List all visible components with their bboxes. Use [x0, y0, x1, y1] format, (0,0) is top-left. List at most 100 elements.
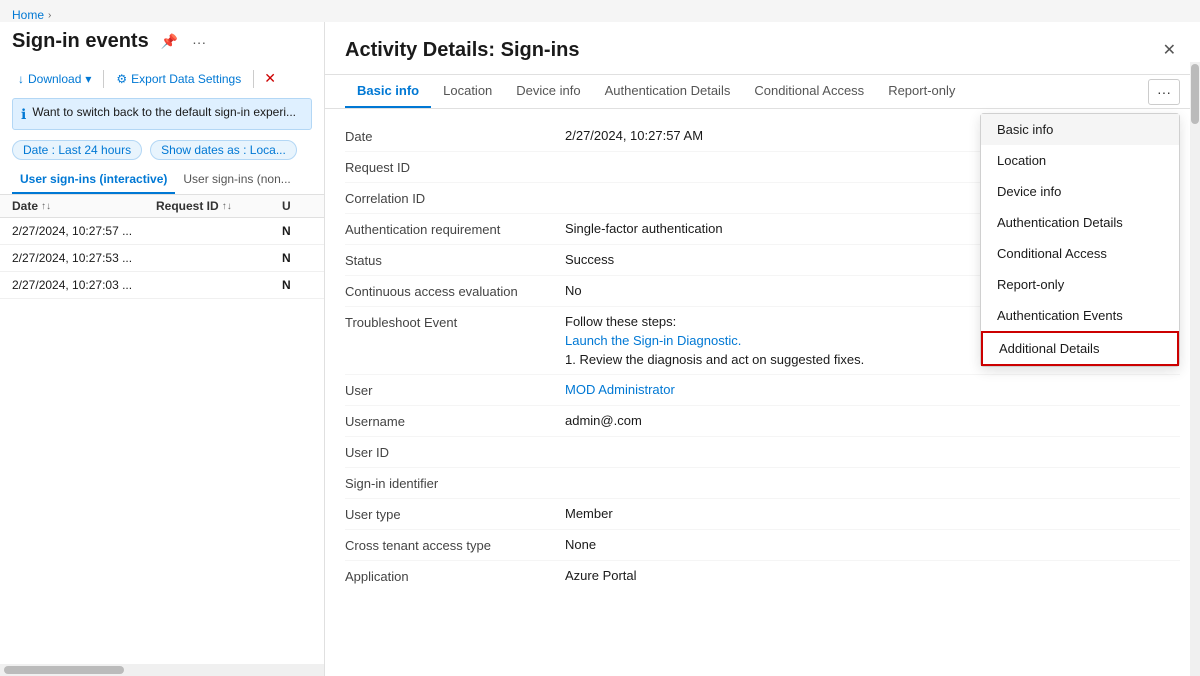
- extra-col-label: U: [282, 199, 291, 213]
- horizontal-scrollbar[interactable]: [0, 664, 324, 676]
- field-cross-tenant: Cross tenant access type None: [345, 530, 1180, 561]
- pin-button[interactable]: 📌: [157, 31, 182, 52]
- tab-report-only[interactable]: Report-only: [876, 75, 967, 108]
- date-sort-icon[interactable]: ↑↓: [41, 201, 51, 212]
- field-user-value[interactable]: MOD Administrator: [565, 382, 1180, 397]
- field-usertype-label: User type: [345, 506, 565, 522]
- field-troubleshoot-label: Troubleshoot Event: [345, 314, 565, 330]
- tab-non-interactive[interactable]: User sign-ins (non...: [175, 166, 298, 194]
- field-application-value: Azure Portal: [565, 568, 1180, 583]
- header-icons: 📌 ···: [157, 31, 210, 52]
- row-extra-1: N: [282, 251, 312, 265]
- field-requestid-label: Request ID: [345, 159, 565, 175]
- tabs-row: User sign-ins (interactive) User sign-in…: [0, 166, 324, 195]
- date-filter-chip[interactable]: Date : Last 24 hours: [12, 140, 142, 160]
- col-reqid-header: Request ID ↑↓: [156, 199, 278, 213]
- field-username-label: Username: [345, 413, 565, 429]
- row-date-2: 2/27/2024, 10:27:03 ...: [12, 278, 152, 292]
- field-userid-label: User ID: [345, 444, 565, 460]
- row-extra-0: N: [282, 224, 312, 238]
- more-options-button[interactable]: ···: [188, 32, 210, 52]
- toolbar-divider-1: [103, 70, 104, 88]
- page-title-text: Sign-in events: [12, 30, 149, 53]
- dropdown-item-device-info[interactable]: Device info: [981, 176, 1179, 207]
- field-user-type: User type Member: [345, 499, 1180, 530]
- download-chevron: ▾: [85, 72, 91, 86]
- breadcrumb-separator: ›: [48, 10, 51, 21]
- field-user: User MOD Administrator: [345, 375, 1180, 406]
- tabs-dropdown-menu: Basic info Location Device info Authenti…: [980, 113, 1180, 367]
- vertical-scrollbar[interactable]: [1190, 62, 1200, 676]
- close-button[interactable]: ✕: [1159, 36, 1180, 64]
- info-banner: ℹ Want to switch back to the default sig…: [12, 98, 312, 130]
- tab-location[interactable]: Location: [431, 75, 504, 108]
- tab-conditional-access[interactable]: Conditional Access: [742, 75, 876, 108]
- field-correlationid-label: Correlation ID: [345, 190, 565, 206]
- col-date-header: Date ↑↓: [12, 199, 152, 213]
- field-signin-identifier: Sign-in identifier: [345, 468, 1180, 499]
- scrollbar-thumb: [4, 666, 124, 674]
- date-col-label: Date: [12, 199, 38, 213]
- row-date-1: 2/27/2024, 10:27:53 ...: [12, 251, 152, 265]
- dropdown-item-location[interactable]: Location: [981, 145, 1179, 176]
- download-label: Download: [28, 72, 81, 86]
- more-tabs-button[interactable]: ···: [1148, 79, 1180, 105]
- dropdown-item-basic-info[interactable]: Basic info: [981, 114, 1179, 145]
- field-user-id: User ID: [345, 437, 1180, 468]
- field-status-label: Status: [345, 252, 565, 268]
- row-date-0: 2/27/2024, 10:27:57 ...: [12, 224, 152, 238]
- field-user-label: User: [345, 382, 565, 398]
- table-row[interactable]: 2/27/2024, 10:27:03 ... N: [0, 272, 324, 299]
- dropdown-item-auth-events[interactable]: Authentication Events: [981, 300, 1179, 331]
- table-header: Date ↑↓ Request ID ↑↓ U: [0, 195, 324, 218]
- export-label: Export Data Settings: [131, 72, 241, 86]
- table-row[interactable]: 2/27/2024, 10:27:53 ... N: [0, 245, 324, 272]
- home-link[interactable]: Home: [12, 8, 44, 22]
- tab-auth-details[interactable]: Authentication Details: [593, 75, 743, 108]
- detail-title: Activity Details: Sign-ins: [345, 39, 580, 62]
- delete-button[interactable]: ✕: [260, 67, 280, 90]
- scrollbar-thumb-vertical: [1191, 64, 1199, 124]
- toolbar: ↓ Download ▾ ⚙ Export Data Settings ✕: [0, 63, 324, 94]
- detail-header: Activity Details: Sign-ins ✕: [325, 22, 1200, 75]
- field-usertype-value: Member: [565, 506, 1180, 521]
- info-banner-text: Want to switch back to the default sign-…: [32, 105, 296, 119]
- left-panel: Sign-in events 📌 ··· ↓ Download ▾ ⚙ Expo…: [0, 22, 325, 676]
- field-crosstenantaccess-value: None: [565, 537, 1180, 552]
- dropdown-item-additional-details[interactable]: Additional Details: [981, 331, 1179, 366]
- export-settings-button[interactable]: ⚙ Export Data Settings: [110, 69, 247, 89]
- table-row[interactable]: 2/27/2024, 10:27:57 ... N: [0, 218, 324, 245]
- info-icon: ℹ: [21, 106, 26, 123]
- dropdown-item-report-only[interactable]: Report-only: [981, 269, 1179, 300]
- reqid-col-label: Request ID: [156, 199, 219, 213]
- date-display-chip[interactable]: Show dates as : Loca...: [150, 140, 297, 160]
- tab-interactive[interactable]: User sign-ins (interactive): [12, 166, 175, 194]
- field-date-label: Date: [345, 128, 565, 144]
- dropdown-item-conditional-access[interactable]: Conditional Access: [981, 238, 1179, 269]
- col-extra-header: U: [282, 199, 312, 213]
- filter-row: Date : Last 24 hours Show dates as : Loc…: [0, 134, 324, 166]
- field-username: Username admin@.com: [345, 406, 1180, 437]
- field-signinid-label: Sign-in identifier: [345, 475, 565, 491]
- tab-device-info[interactable]: Device info: [504, 75, 592, 108]
- left-panel-header: Sign-in events 📌 ···: [0, 22, 324, 63]
- gear-icon: ⚙: [116, 72, 127, 86]
- field-crosstenantaccess-label: Cross tenant access type: [345, 537, 565, 553]
- reqid-sort-icon[interactable]: ↑↓: [222, 201, 232, 212]
- field-continuousaccess-label: Continuous access evaluation: [345, 283, 565, 299]
- field-authrequirement-label: Authentication requirement: [345, 221, 565, 237]
- download-button[interactable]: ↓ Download ▾: [12, 69, 97, 89]
- field-username-value: admin@.com: [565, 413, 1180, 428]
- tab-basic-info[interactable]: Basic info: [345, 75, 431, 108]
- detail-tabs: Basic info Location Device info Authenti…: [325, 75, 1200, 109]
- row-extra-2: N: [282, 278, 312, 292]
- breadcrumb: Home ›: [0, 0, 1200, 22]
- right-panel: Activity Details: Sign-ins ✕ Basic info …: [325, 22, 1200, 676]
- download-icon: ↓: [18, 72, 24, 86]
- field-application-label: Application: [345, 568, 565, 584]
- toolbar-divider-2: [253, 70, 254, 88]
- dropdown-item-auth-details[interactable]: Authentication Details: [981, 207, 1179, 238]
- page-title: Sign-in events 📌 ···: [12, 30, 312, 53]
- field-application: Application Azure Portal: [345, 561, 1180, 591]
- table-body: 2/27/2024, 10:27:57 ... N 2/27/2024, 10:…: [0, 218, 324, 664]
